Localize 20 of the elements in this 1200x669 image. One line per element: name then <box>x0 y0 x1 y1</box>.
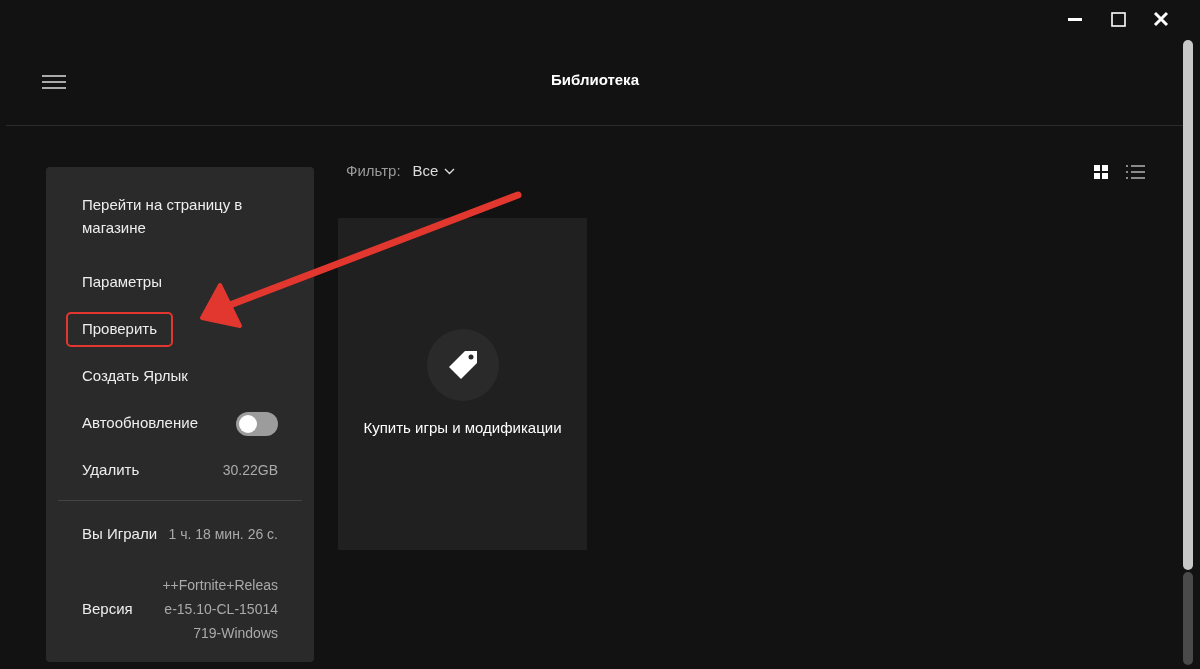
menu-item[interactable]: Проверить <box>68 314 171 345</box>
menu-item[interactable]: Перейти на страницу в магазине <box>68 189 278 243</box>
info-value: 1 ч. 18 мин. 26 с. <box>168 524 278 544</box>
info-label: Версия <box>82 598 133 619</box>
filter-dropdown[interactable]: Все <box>412 160 456 183</box>
filter-label: Фильтр: <box>346 161 401 181</box>
menu-item[interactable]: Удалить <box>68 455 154 486</box>
toggle-switch[interactable] <box>236 411 278 436</box>
menu-item-label: Автообновление <box>82 413 198 434</box>
info-label: Вы Играли <box>82 523 158 544</box>
size-value: 30.22GB <box>222 461 278 480</box>
minimize-icon <box>1068 17 1082 21</box>
caret-icon <box>444 167 456 175</box>
info-value: ++Fortnite+Release-15.10-CL-15014719-Windows <box>162 576 278 643</box>
menu-item[interactable]: Параметры <box>68 267 176 298</box>
window-title: Библиотека <box>551 71 639 88</box>
menu-item[interactable]: Создать Ярлык <box>68 361 202 392</box>
store-card-label: Купить игры и модификации <box>363 417 562 438</box>
store-card[interactable]: Купить игры и модификации <box>338 218 587 550</box>
scrollbar-thumb[interactable] <box>1183 40 1193 570</box>
